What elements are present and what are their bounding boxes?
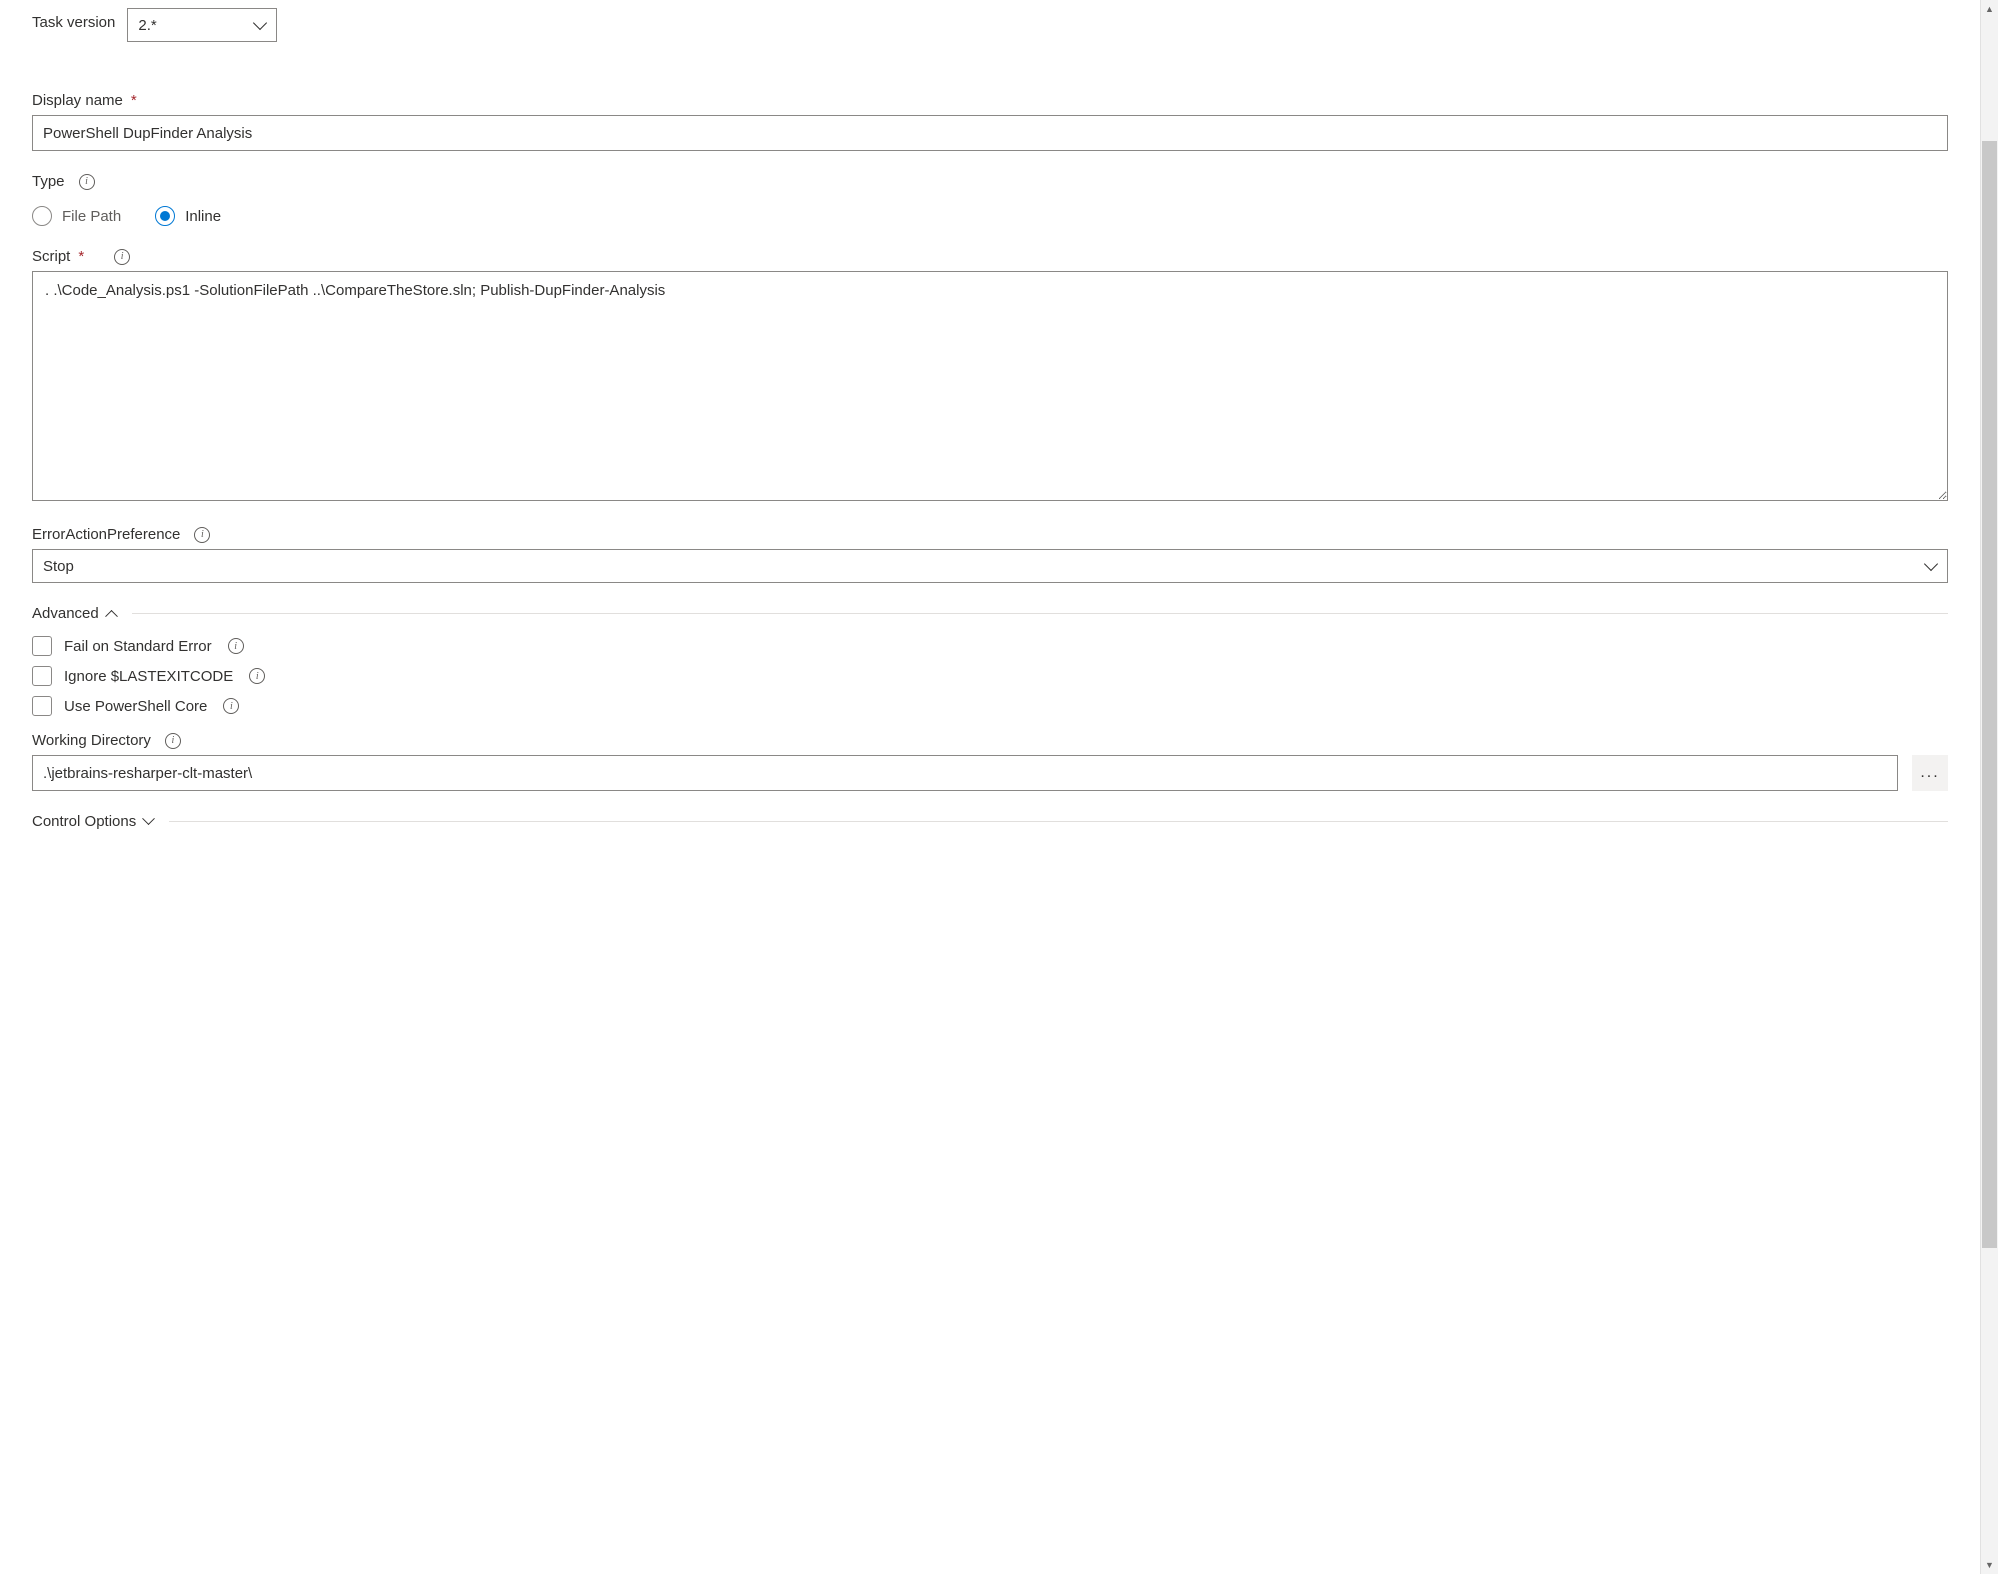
error-action-select-wrap: Stop <box>32 549 1948 583</box>
error-action-label-text: ErrorActionPreference <box>32 526 180 543</box>
working-dir-row: Working Directory i ... <box>32 732 1948 791</box>
info-icon[interactable]: i <box>114 249 130 265</box>
task-version-label: Task version <box>32 14 115 31</box>
use-pwsh-core-checkbox[interactable] <box>32 696 52 716</box>
script-row: Script * i <box>32 248 1948 504</box>
info-icon[interactable]: i <box>194 527 210 543</box>
info-icon[interactable]: i <box>165 733 181 749</box>
display-name-input[interactable] <box>32 115 1948 151</box>
script-label-text: Script <box>32 248 70 265</box>
fail-on-stderr-row: Fail on Standard Error i <box>32 636 1948 656</box>
working-dir-label: Working Directory i <box>32 732 181 749</box>
display-name-label-text: Display name <box>32 92 123 109</box>
radio-inline-label: Inline <box>185 208 221 225</box>
error-action-row: ErrorActionPreference i Stop <box>32 526 1948 583</box>
required-asterisk: * <box>131 92 137 109</box>
info-icon[interactable]: i <box>223 698 239 714</box>
error-action-label: ErrorActionPreference i <box>32 526 210 543</box>
task-form: Task version 2.* Display name * Type i F… <box>0 0 1980 1574</box>
ignore-lastexitcode-row: Ignore $LASTEXITCODE i <box>32 666 1948 686</box>
type-label: Type i <box>32 173 95 190</box>
working-dir-input[interactable] <box>32 755 1898 791</box>
type-label-text: Type <box>32 173 65 190</box>
radio-circle-icon <box>32 206 52 226</box>
use-pwsh-core-row: Use PowerShell Core i <box>32 696 1948 716</box>
fail-on-stderr-checkbox[interactable] <box>32 636 52 656</box>
display-name-label: Display name * <box>32 92 137 109</box>
vertical-scrollbar[interactable]: ▲ ▼ <box>1980 0 1998 1574</box>
advanced-body: Fail on Standard Error i Ignore $LASTEXI… <box>32 636 1948 791</box>
ignore-lastexitcode-checkbox[interactable] <box>32 666 52 686</box>
fail-on-stderr-label: Fail on Standard Error <box>64 638 212 655</box>
control-options-section-toggle[interactable]: Control Options <box>32 813 1948 830</box>
task-version-label-text: Task version <box>32 14 115 31</box>
info-icon[interactable]: i <box>249 668 265 684</box>
advanced-label: Advanced <box>32 605 99 622</box>
advanced-section-toggle[interactable]: Advanced <box>32 605 1948 622</box>
scroll-down-arrow-icon[interactable]: ▼ <box>1981 1556 1998 1574</box>
scrollbar-track[interactable] <box>1981 18 1998 1556</box>
chevron-up-icon <box>105 610 118 623</box>
info-icon[interactable]: i <box>79 174 95 190</box>
working-dir-input-row: ... <box>32 755 1948 791</box>
script-label: Script * i <box>32 248 130 265</box>
required-asterisk: * <box>78 248 84 265</box>
type-row: Type i File Path Inline <box>32 173 1948 226</box>
working-dir-label-text: Working Directory <box>32 732 151 749</box>
radio-file-path[interactable]: File Path <box>32 206 121 226</box>
section-divider <box>132 613 1948 614</box>
task-version-select-wrap: 2.* <box>127 8 277 42</box>
section-divider <box>169 821 1948 822</box>
scroll-up-arrow-icon[interactable]: ▲ <box>1981 0 1998 18</box>
chevron-down-icon <box>142 812 155 825</box>
radio-file-path-label: File Path <box>62 208 121 225</box>
control-options-label: Control Options <box>32 813 136 830</box>
ignore-lastexitcode-label: Ignore $LASTEXITCODE <box>64 668 233 685</box>
radio-inline[interactable]: Inline <box>155 206 221 226</box>
task-version-select[interactable]: 2.* <box>127 8 277 42</box>
browse-button[interactable]: ... <box>1912 755 1948 791</box>
info-icon[interactable]: i <box>228 638 244 654</box>
display-name-row: Display name * <box>32 92 1948 151</box>
use-pwsh-core-label: Use PowerShell Core <box>64 698 207 715</box>
radio-circle-icon <box>155 206 175 226</box>
task-version-row: Task version 2.* <box>32 8 1948 42</box>
script-textarea[interactable] <box>32 271 1948 501</box>
error-action-select[interactable]: Stop <box>32 549 1948 583</box>
scrollbar-thumb[interactable] <box>1982 141 1997 1248</box>
type-radio-group: File Path Inline <box>32 206 1948 226</box>
